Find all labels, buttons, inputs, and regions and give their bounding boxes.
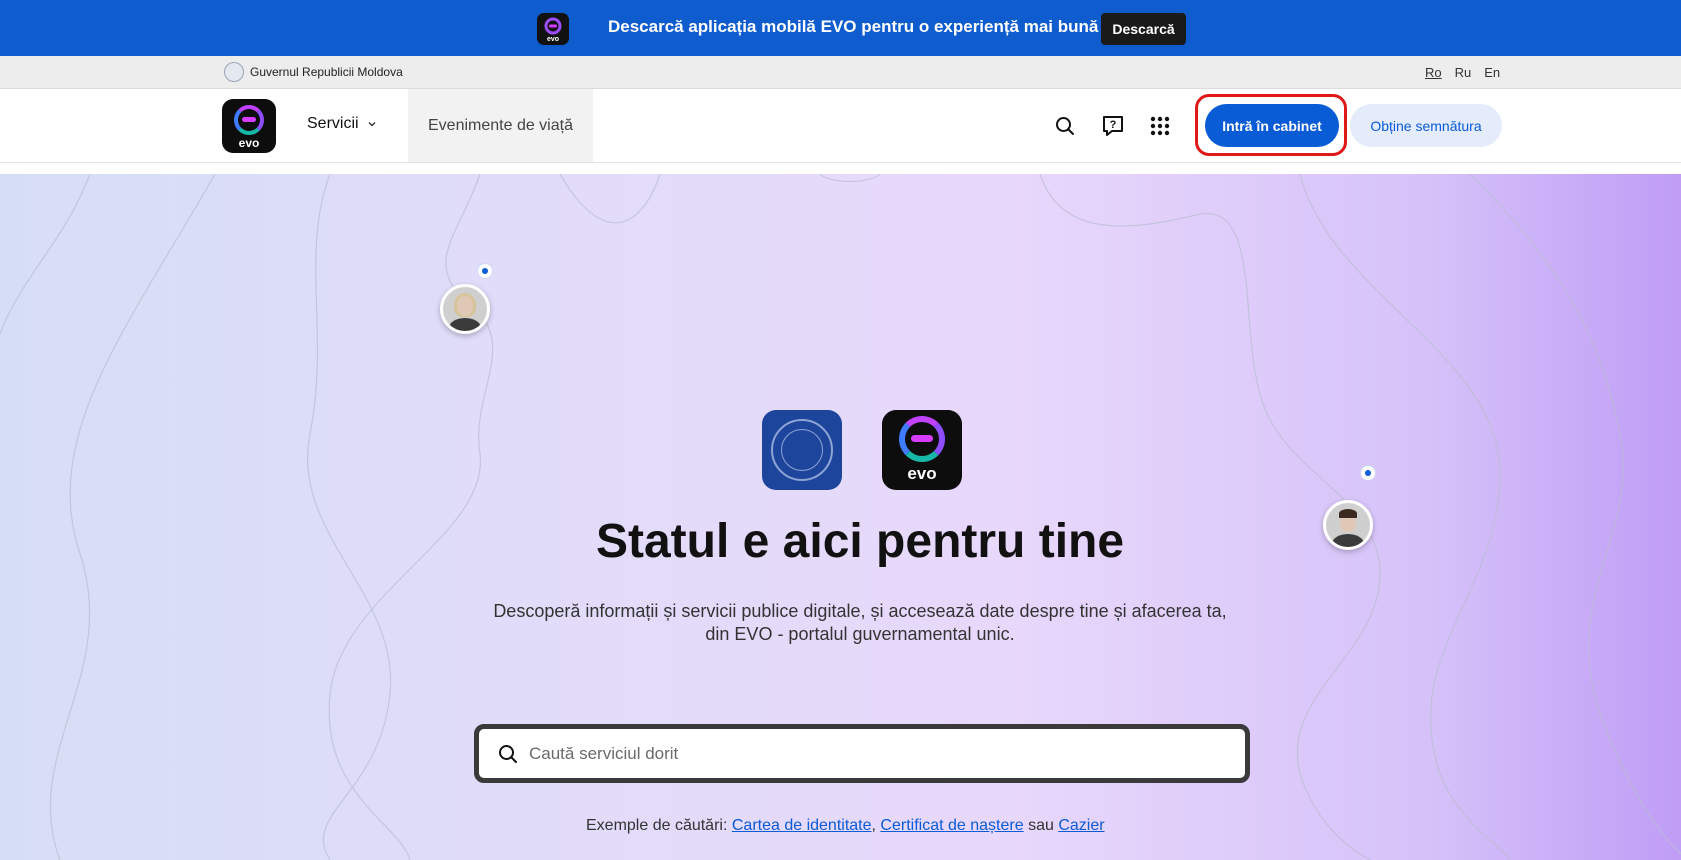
status-dot-icon <box>1361 466 1375 480</box>
hero-section: evo Statul e aici pentru tine Descoperă … <box>0 174 1681 860</box>
page-title: Statul e aici pentru tine <box>595 515 1125 568</box>
nav-servicii[interactable]: Servicii <box>307 115 377 133</box>
coat-of-arms-icon <box>771 419 833 481</box>
lang-ru[interactable]: Ru <box>1455 65 1472 80</box>
example-link-identity-card[interactable]: Cartea de identitate <box>732 817 872 834</box>
nav-evenimente-de-viata[interactable]: Evenimente de viață <box>408 89 593 162</box>
chevron-down-icon <box>368 122 376 127</box>
nav-servicii-label: Servicii <box>307 115 359 132</box>
apps-grid-icon[interactable] <box>1146 112 1174 140</box>
government-strip: Guvernul Republicii Moldova Ro Ru En <box>0 56 1681 89</box>
search-examples: Exemple de căutări: Cartea de identitate… <box>586 817 1105 835</box>
evo-app-word: evo <box>907 464 937 483</box>
login-cabinet-button[interactable]: Intră în cabinet <box>1205 104 1339 147</box>
government-name[interactable]: Guvernul Republicii Moldova <box>250 65 403 79</box>
evo-logo-ring-icon <box>234 104 264 135</box>
evo-logo-word: evo <box>238 135 260 150</box>
avatar-woman <box>440 284 490 334</box>
service-search-box[interactable] <box>474 724 1250 783</box>
page-subtitle: Descoperă informații și servicii publice… <box>493 601 1227 644</box>
get-signature-button[interactable]: Obține semnătura <box>1350 104 1502 147</box>
service-search-input[interactable] <box>529 743 1169 764</box>
evo-app-icon: evo <box>882 410 962 490</box>
government-app-icon <box>762 410 842 490</box>
evo-mini-word: evo <box>546 35 560 43</box>
examples-or: sau <box>1028 817 1054 834</box>
main-header: evo Servicii Evenimente de viață ? Intră… <box>0 89 1681 163</box>
search-icon[interactable] <box>1051 112 1079 140</box>
example-link-birth-certificate[interactable]: Certificat de naștere <box>880 817 1023 834</box>
download-button[interactable]: Descarcă <box>1101 13 1186 45</box>
examples-prefix: Exemple de căutări: <box>586 817 728 834</box>
svg-text:?: ? <box>1110 119 1117 131</box>
evo-ring-icon <box>899 416 945 462</box>
search-icon <box>499 744 517 763</box>
language-switcher: Ro Ru En <box>1425 65 1500 80</box>
evo-logo[interactable]: evo <box>222 99 276 153</box>
lang-en[interactable]: En <box>1484 65 1500 80</box>
lang-ro[interactable]: Ro <box>1425 65 1442 80</box>
government-seal-icon <box>224 62 244 82</box>
evo-app-mini-icon: evo <box>537 13 569 45</box>
promo-text: Descarcă aplicația mobilă EVO pentru o e… <box>608 17 1099 36</box>
examples-separator: , <box>871 817 876 834</box>
promo-banner: evo Descarcă aplicația mobilă EVO pentru… <box>0 0 1681 56</box>
status-dot-icon <box>478 264 492 278</box>
help-chat-icon[interactable]: ? <box>1099 112 1127 140</box>
example-link-criminal-record[interactable]: Cazier <box>1058 817 1104 834</box>
